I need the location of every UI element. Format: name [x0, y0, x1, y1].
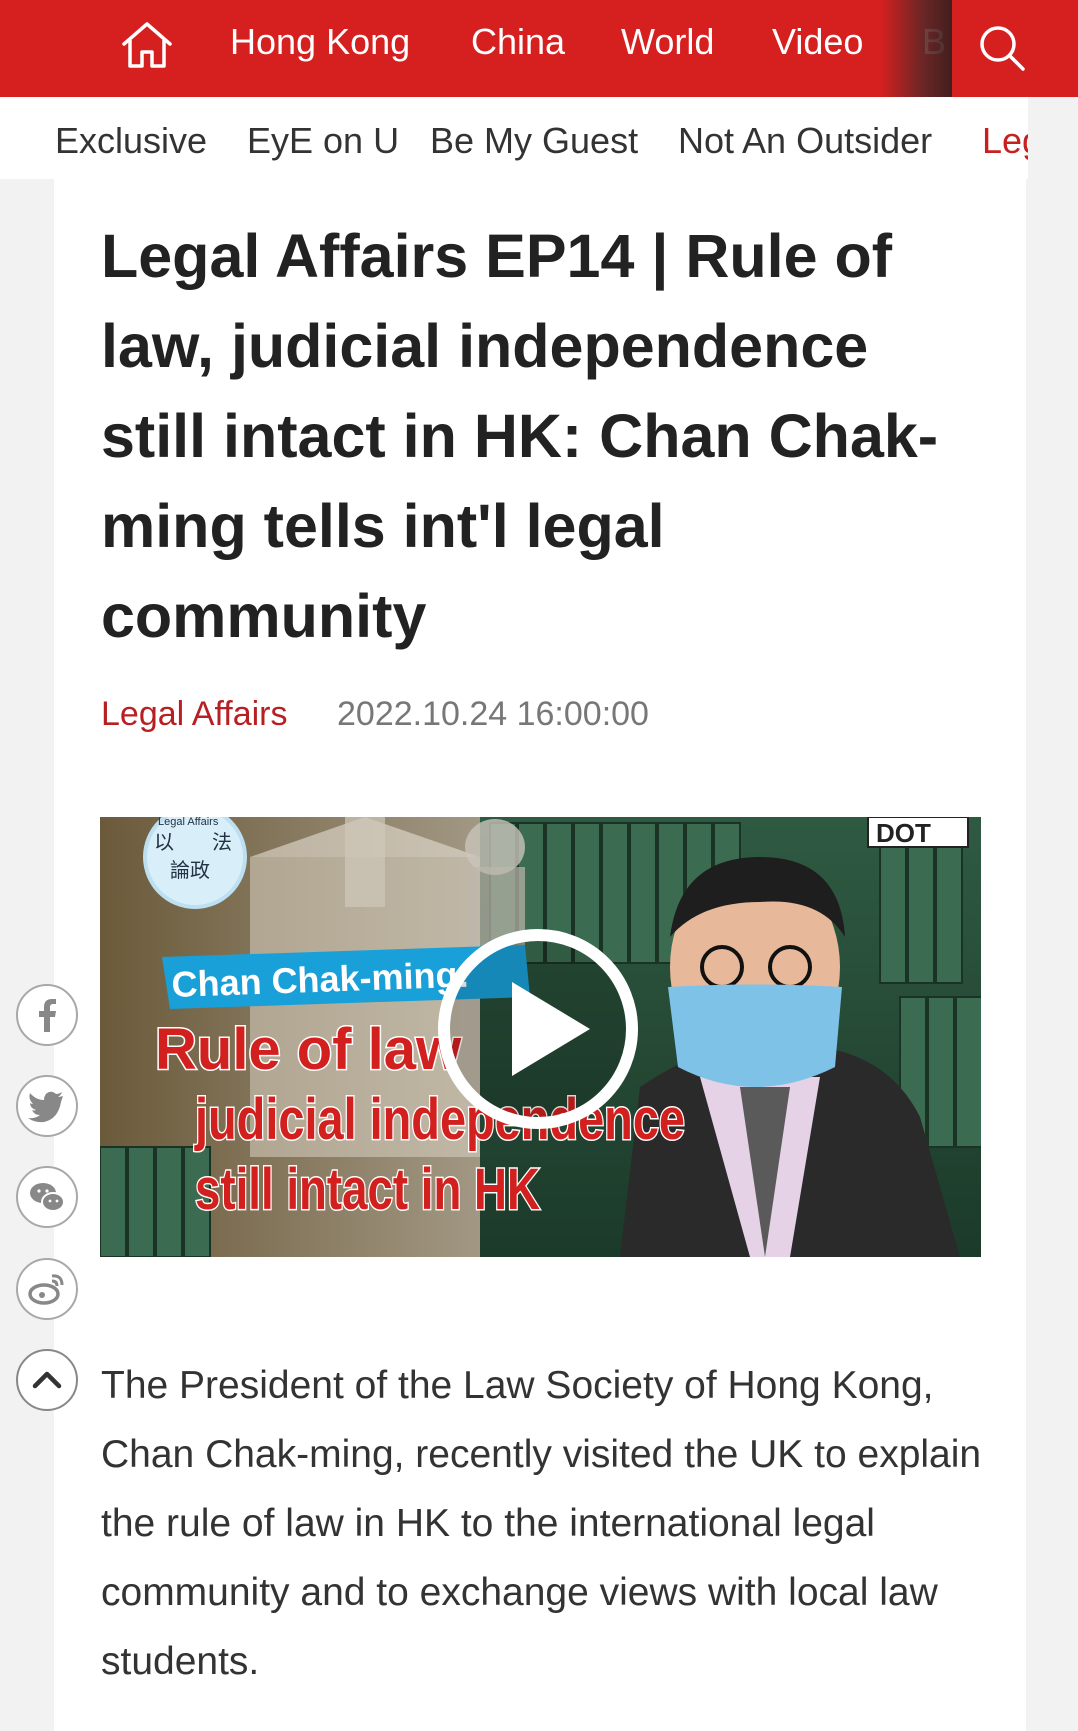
nav-item-hong-kong[interactable]: Hong Kong — [230, 20, 410, 64]
article-title: Legal Affairs EP14 | Rule of law, judici… — [101, 222, 939, 650]
wechat-icon — [30, 1183, 65, 1212]
article-card: Legal Affairs EP14 | Rule of law, judici… — [54, 179, 1026, 1731]
sub-navigation: Exclusive EyE on U Be My Guest Not An Ou… — [0, 97, 1078, 179]
article-body: The President of the Law Society of Hong… — [101, 1364, 982, 1683]
subnav-item-exclusive[interactable]: Exclusive — [55, 119, 207, 163]
facebook-icon — [39, 999, 56, 1032]
nav-item-china[interactable]: China — [471, 20, 565, 64]
share-twitter-button[interactable] — [16, 1075, 78, 1137]
scroll-top-button[interactable] — [16, 1349, 78, 1411]
play-icon[interactable] — [438, 929, 638, 1129]
subnav-item-eye-on-u[interactable]: EyE on U — [247, 119, 399, 163]
video-brand: DOT — [876, 818, 931, 848]
nav-item-world[interactable]: World — [621, 20, 714, 64]
video-logo-cn-1: 以 — [154, 830, 174, 854]
video-caption-line1: Rule of law — [155, 1017, 462, 1082]
video-logo-cn-2: 法 — [212, 830, 232, 854]
article-category[interactable]: Legal Affairs — [101, 692, 288, 736]
video-thumbnail: Legal Affairs 以 法 論政 DOT Chan Chak-ming:… — [99, 805, 983, 1258]
share-wechat-button[interactable] — [16, 1166, 78, 1228]
top-navigation: Hong Kong China World Video B — [0, 0, 1078, 97]
video-logo-text: Legal Affairs — [158, 817, 219, 828]
subnav-item-be-my-guest[interactable]: Be My Guest — [430, 119, 638, 163]
share-facebook-button[interactable] — [16, 984, 78, 1046]
nav-scroll-fade — [880, 0, 952, 97]
video-caption-line3: still intact in HK — [195, 1157, 540, 1222]
subnav-item-not-an-outsider[interactable]: Not An Outsider — [678, 119, 932, 163]
nav-item-video[interactable]: Video — [772, 20, 863, 64]
video-player[interactable]: Legal Affairs 以 法 論政 DOT Chan Chak-ming:… — [99, 805, 983, 1258]
share-weibo-button[interactable] — [16, 1258, 78, 1320]
search-button[interactable] — [952, 0, 1078, 97]
scroll-top-icon — [32, 1371, 62, 1389]
search-icon — [980, 26, 1025, 71]
article-date: 2022.10.24 16:00:00 — [337, 695, 649, 733]
subnav-clip — [1028, 97, 1078, 179]
home-icon[interactable] — [120, 20, 174, 70]
weibo-icon — [28, 1274, 64, 1305]
twitter-icon — [28, 1091, 63, 1123]
video-logo-cn-3: 論政 — [170, 858, 210, 882]
